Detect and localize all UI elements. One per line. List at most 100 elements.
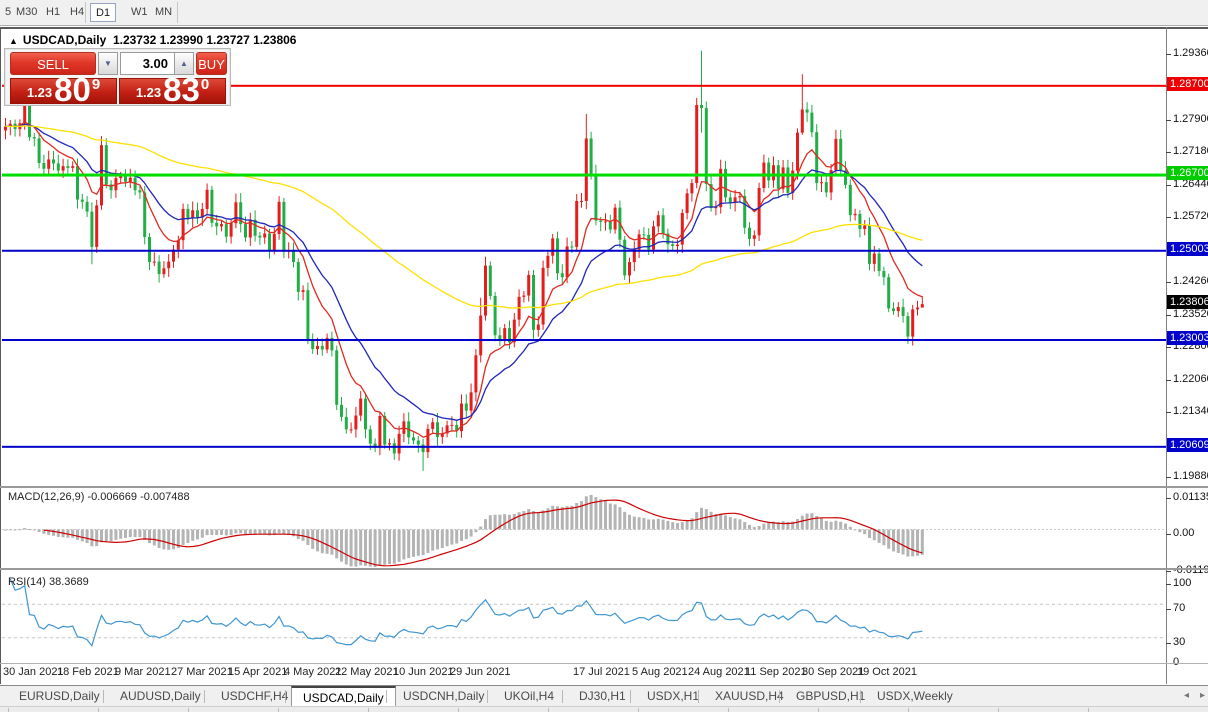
candle-body [469,392,473,411]
moving-average-21 [5,123,923,421]
candle-body [292,250,295,263]
macd-histogram-bar [282,529,286,535]
arrow-up-icon: ▲ [180,59,188,68]
rsi-panel-divider[interactable] [0,568,1208,570]
macd-panel-divider[interactable] [0,486,1208,488]
chart-tab-usdcnh-daily[interactable]: USDCNH,Daily [392,686,495,706]
tab-separator [487,690,488,703]
chart-tab-ukoil-h4[interactable]: UKOil,H4 [493,686,565,706]
strip-tick [728,708,729,712]
price-tick [1166,380,1171,382]
collapse-panel-icon[interactable]: ▲ [9,36,18,46]
chart-tab-audusd-daily[interactable]: AUDUSD,Daily [109,686,212,706]
strip-tick [818,708,819,712]
macd-histogram-bar [848,526,852,530]
chart-tab-usdx-weekly[interactable]: USDX,Weekly [866,686,964,706]
macd-histogram-bar [618,507,622,530]
x-axis-date: 29 Jun 2021 [450,666,511,678]
sell-price-tile[interactable]: 1.23 80 9 [10,73,117,106]
price-tick-label: 1.23520 [1173,307,1208,320]
timeframe-button-m30[interactable]: M30 [11,3,42,22]
macd-histogram-bar [464,529,468,540]
macd-histogram-bar [733,518,737,530]
ohlc-values: 1.23732 1.23990 1.23727 1.23806 [112,33,297,47]
buy-button[interactable]: BUY [196,52,227,75]
candle-body [805,109,809,113]
chart-tab-xauusd-h4[interactable]: XAUUSD,H4 [704,686,795,706]
macd-histogram-bar [704,509,708,530]
macd-histogram-bar [210,529,214,535]
candle-body [834,138,838,171]
x-axis-date: 30 Sep 2021 [802,666,865,678]
candle-body [32,137,36,139]
candle-body [536,324,540,330]
timeframe-button-w1[interactable]: W1 [126,3,153,22]
macd-histogram-bar [719,513,723,530]
price-chart-canvas[interactable] [1,29,1208,686]
macd-histogram-bar [234,529,238,534]
rsi-tick-label: 0 [1173,656,1180,668]
price-tick [1166,477,1171,479]
macd-histogram-bar [56,529,60,537]
macd-histogram-bar [647,519,651,530]
volume-decrease-button[interactable]: ▼ [98,52,118,75]
symbol-period-label: USDCAD,Daily [22,33,107,47]
candle-body [263,233,267,238]
macd-histogram-bar [95,529,99,547]
macd-histogram-bar [810,513,814,530]
rsi-indicator-label: RSI(14) 38.3689 [8,576,89,588]
buy-price-tile[interactable]: 1.23 83 0 [119,73,226,106]
macd-histogram-bar [388,529,391,565]
macd-histogram-bar [460,529,463,541]
level-price-tag: 1.26700 [1167,166,1208,181]
candle-body [896,307,900,312]
horizontal-level-line [2,249,1167,252]
macd-histogram-bar [829,521,833,530]
macd-histogram-bar [584,496,588,530]
level-price-tag: 1.28700 [1167,76,1208,91]
macd-histogram-bar [628,514,631,530]
macd-histogram-bar [373,529,377,567]
candle-body [642,234,646,236]
chart-tab-dj30-h1[interactable]: DJ30,H1 [568,686,637,706]
chart-area[interactable]: ▲ USDCAD,Daily 1.23732 1.23990 1.23727 1.… [0,27,1208,684]
macd-histogram-bar [215,529,219,536]
macd-histogram-bar [224,529,228,536]
candle-body [484,265,487,316]
price-tick [1166,216,1171,218]
tab-separator [204,690,205,703]
macd-histogram-bar [805,513,809,530]
macd-histogram-bar [503,514,507,530]
timeframe-button-d1[interactable]: D1 [90,3,117,22]
candle-body [306,290,310,340]
candle-body [546,255,550,268]
macd-histogram-bar [4,529,7,531]
timeframe-toolbar: 5 M30 H1 H4 D1 W1 MN [0,0,1208,26]
timeframe-button-mn[interactable]: MN [150,3,177,22]
candle-wick [33,132,35,147]
macd-histogram-bar [37,529,41,532]
macd-histogram-bar [407,529,411,559]
chart-tab-usdcad-daily[interactable]: USDCAD,Daily [291,686,396,707]
timeframe-button-h1[interactable]: H1 [41,3,65,22]
tab-scroll-strip[interactable] [0,706,1208,712]
macd-histogram-bar [392,529,396,564]
macd-histogram-bar [172,529,175,550]
candle-body [493,295,497,336]
candle-body [431,422,435,429]
candle-wick [9,120,11,136]
chart-tab-eurusd-daily[interactable]: EURUSD,Daily [8,686,111,706]
candle-body [37,138,41,163]
candle-body [906,316,910,337]
tabs-scroll-left-icon[interactable]: ◂ [1184,690,1189,701]
candle-body [786,167,790,193]
candle-body [848,184,852,216]
strip-tick [1088,708,1089,712]
macd-histogram-bar [896,529,900,553]
candle-body [316,345,319,350]
macd-histogram-bar [532,511,535,530]
tabs-scroll-right-icon[interactable]: ▸ [1200,690,1205,701]
macd-histogram-bar [512,513,516,530]
candle-body [685,193,689,213]
chart-tab-gbpusd-h1[interactable]: GBPUSD,H1 [785,686,876,706]
